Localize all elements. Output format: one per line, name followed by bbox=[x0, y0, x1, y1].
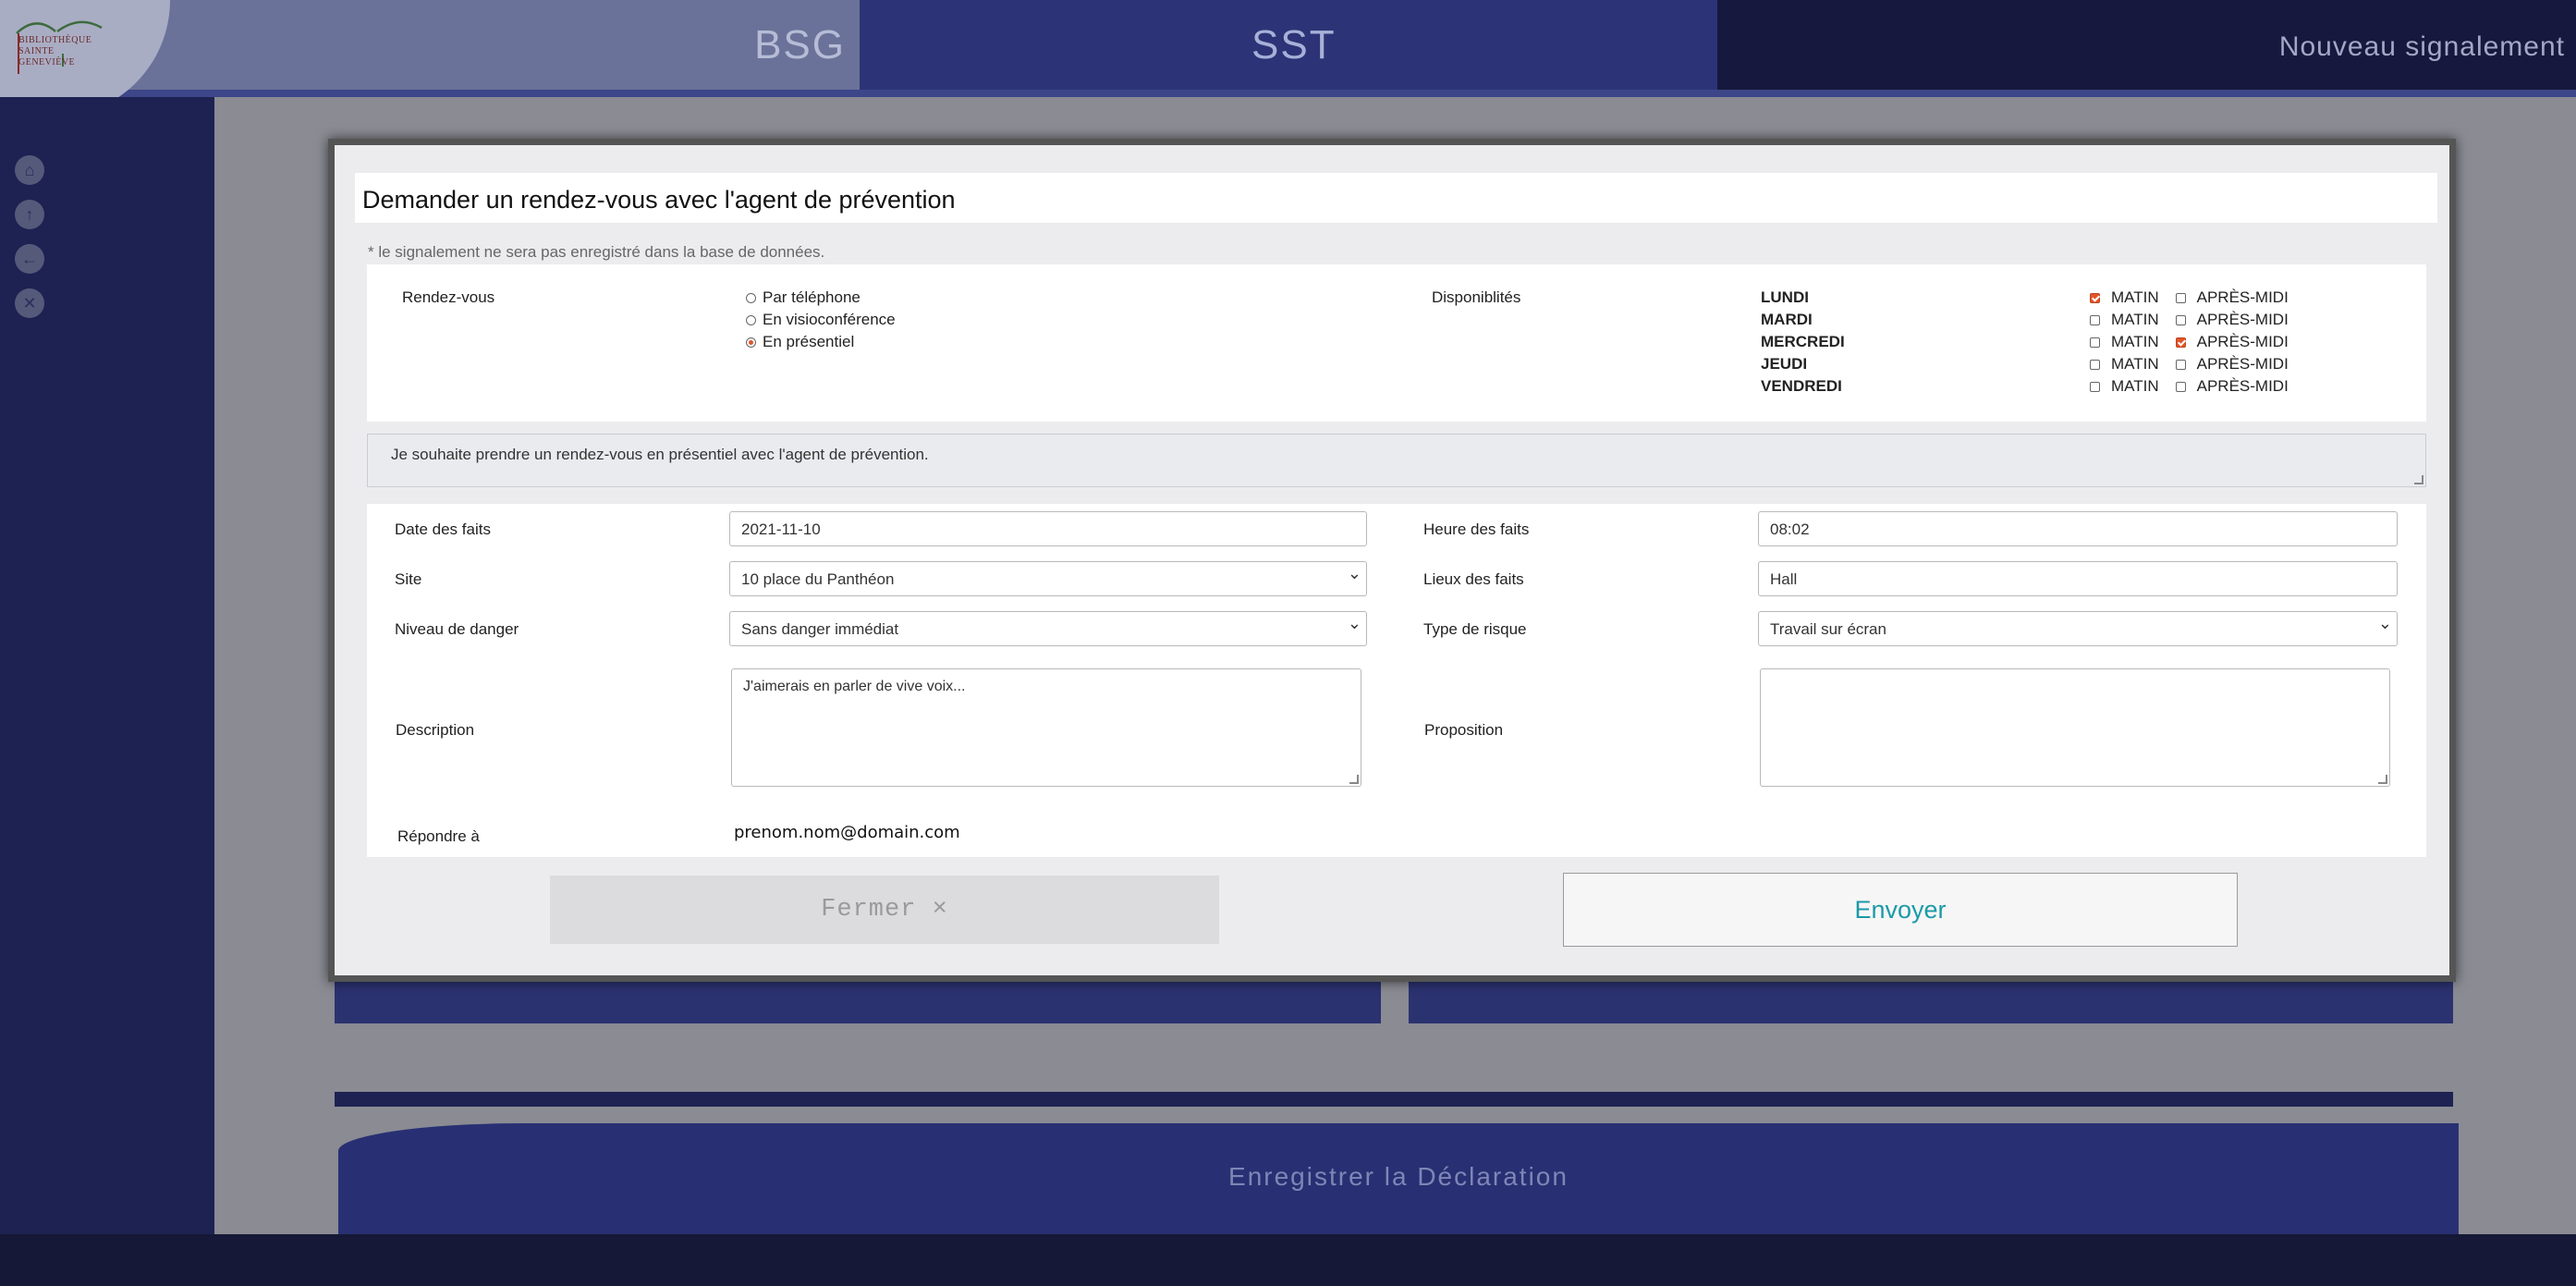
proposition-label: Proposition bbox=[1424, 721, 1504, 739]
nav-bsg-label: BSG bbox=[754, 22, 846, 67]
logo-text: BIBLIOTHÈQUE SAINTE GENEVIÈVE bbox=[18, 35, 92, 67]
background-divider bbox=[335, 1092, 2453, 1107]
heure-input[interactable]: 08:02 bbox=[1758, 511, 2398, 546]
background-panel-right bbox=[1409, 975, 2453, 1023]
resize-handle-icon[interactable] bbox=[1349, 775, 1359, 784]
date-input[interactable]: 2021-11-10 bbox=[729, 511, 1367, 546]
site-select[interactable]: 10 place du Panthéon bbox=[729, 561, 1367, 596]
day-vendredi: VENDREDI bbox=[1761, 377, 1842, 395]
top-divider bbox=[0, 90, 2576, 97]
radio-visio[interactable] bbox=[746, 314, 756, 325]
rdv-option-visio[interactable]: En visioconférence bbox=[746, 311, 896, 329]
dispo-row-lundi: MATIN APRÈS-MIDI bbox=[2090, 288, 2289, 307]
resize-handle-icon[interactable] bbox=[2378, 775, 2387, 784]
danger-select[interactable]: Sans danger immédiat bbox=[729, 611, 1367, 646]
radio-presentiel[interactable] bbox=[746, 337, 756, 348]
checkbox-lundi-apres-midi[interactable] bbox=[2175, 292, 2186, 303]
rdv-option-telephone[interactable]: Par téléphone bbox=[746, 288, 861, 307]
day-lundi: LUNDI bbox=[1761, 288, 1809, 306]
sidebar: ⌂ ↑ ← ✕ bbox=[0, 97, 214, 1234]
risque-label: Type de risque bbox=[1423, 620, 1527, 638]
close-icon[interactable]: ✕ bbox=[15, 288, 44, 318]
background-panel-left bbox=[335, 975, 1381, 1023]
dispo-row-vendredi: MATIN APRÈS-MIDI bbox=[2090, 377, 2289, 396]
heure-label: Heure des faits bbox=[1423, 521, 1530, 538]
nav-new-report[interactable]: Nouveau signalement bbox=[1717, 0, 2576, 90]
radio-telephone[interactable] bbox=[746, 292, 756, 303]
dispo-row-mercredi: MATIN APRÈS-MIDI bbox=[2090, 333, 2289, 351]
back-icon[interactable]: ← bbox=[15, 244, 44, 274]
nav-sst-label: SST bbox=[1251, 22, 1337, 67]
date-label: Date des faits bbox=[395, 521, 491, 538]
checkbox-mardi-matin[interactable] bbox=[2090, 314, 2100, 325]
dispo-row-jeudi: MATIN APRÈS-MIDI bbox=[2090, 355, 2289, 374]
footer bbox=[0, 1234, 2576, 1286]
save-declaration-button[interactable]: Enregistrer la Déclaration bbox=[338, 1123, 2459, 1234]
risque-select[interactable]: Travail sur écran bbox=[1758, 611, 2398, 646]
save-declaration-label: Enregistrer la Déclaration bbox=[1228, 1162, 1569, 1191]
close-button[interactable]: Fermer × bbox=[550, 876, 1219, 944]
checkbox-vendredi-matin[interactable] bbox=[2090, 381, 2100, 392]
checkbox-mardi-apres-midi[interactable] bbox=[2175, 314, 2186, 325]
message-text: Je souhaite prendre un rendez-vous en pr… bbox=[391, 446, 929, 463]
rdv-label: Rendez-vous bbox=[402, 288, 495, 306]
danger-label: Niveau de danger bbox=[395, 620, 519, 638]
checkbox-vendredi-apres-midi[interactable] bbox=[2175, 381, 2186, 392]
proposition-textarea[interactable] bbox=[1760, 668, 2390, 787]
day-jeudi: JEUDI bbox=[1761, 355, 1808, 373]
nav-new-report-label: Nouveau signalement bbox=[2278, 31, 2565, 62]
upload-icon[interactable]: ↑ bbox=[15, 200, 44, 229]
message-textarea[interactable]: Je souhaite prendre un rendez-vous en pr… bbox=[367, 434, 2426, 487]
checkbox-mercredi-matin[interactable] bbox=[2090, 337, 2100, 348]
lieux-input[interactable]: Hall bbox=[1758, 561, 2398, 596]
site-label: Site bbox=[395, 570, 422, 588]
resize-handle-icon[interactable] bbox=[2414, 475, 2423, 484]
reply-label: Répondre à bbox=[397, 827, 480, 845]
modal-notice: * le signalement ne sera pas enregistré … bbox=[368, 243, 825, 261]
day-mercredi: MERCREDI bbox=[1761, 333, 1845, 350]
day-mardi: MARDI bbox=[1761, 311, 1813, 328]
lieux-label: Lieux des faits bbox=[1423, 570, 1524, 588]
report-form: Date des faits 2021-11-10 Heure des fait… bbox=[367, 504, 2426, 857]
dispo-label: Disponiblités bbox=[1432, 288, 1521, 306]
home-icon[interactable]: ⌂ bbox=[15, 155, 44, 185]
description-label: Description bbox=[396, 721, 475, 739]
rdv-option-presentiel[interactable]: En présentiel bbox=[746, 333, 854, 351]
top-navigation: BSG SST Nouveau signalement bbox=[0, 0, 2576, 90]
checkbox-lundi-matin[interactable] bbox=[2090, 292, 2100, 303]
checkbox-mercredi-apres-midi[interactable] bbox=[2175, 337, 2186, 348]
nav-sst[interactable]: SST bbox=[860, 0, 1717, 90]
send-button[interactable]: Envoyer bbox=[1563, 873, 2238, 947]
modal-title: Demander un rendez-vous avec l'agent de … bbox=[355, 173, 2437, 223]
dispo-row-mardi: MATIN APRÈS-MIDI bbox=[2090, 311, 2289, 329]
description-textarea[interactable]: J'aimerais en parler de vive voix... bbox=[731, 668, 1361, 787]
appointment-modal: Demander un rendez-vous avec l'agent de … bbox=[328, 139, 2456, 982]
checkbox-jeudi-apres-midi[interactable] bbox=[2175, 359, 2186, 370]
checkbox-jeudi-matin[interactable] bbox=[2090, 359, 2100, 370]
reply-email: prenom.nom@domain.com bbox=[734, 823, 960, 842]
appointment-panel: Rendez-vous Par téléphone En visioconfér… bbox=[367, 264, 2426, 422]
